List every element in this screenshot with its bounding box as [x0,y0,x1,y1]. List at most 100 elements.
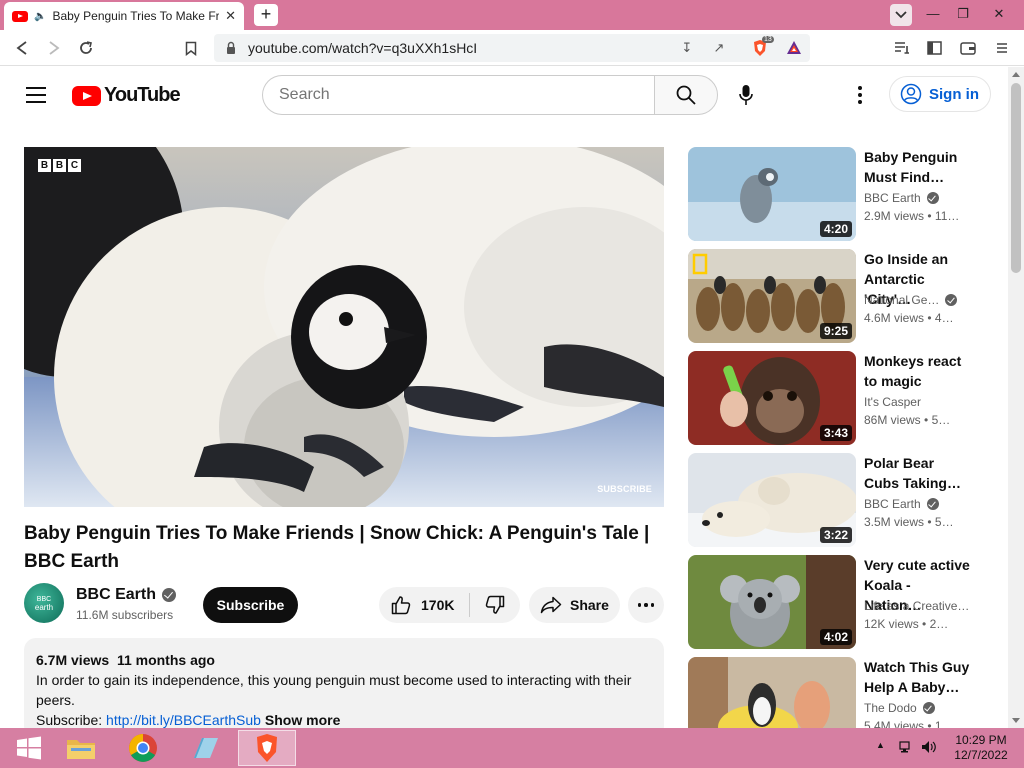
voice-search-button[interactable] [734,83,758,107]
recommendation-title[interactable]: Baby Penguin Must Find… [864,147,972,187]
sign-in-label: Sign in [929,85,979,103]
channel-name[interactable]: BBC Earth [76,586,177,604]
recommendation-item[interactable]: 9:25 Go Inside an Antarctic 'City'… Nati… [688,249,988,343]
recommendation-thumbnail[interactable]: 3:43 [688,351,856,445]
new-tab-button[interactable]: + [254,4,278,26]
recommendation-title[interactable]: Monkeys react to magic [864,351,972,391]
recommendation-meta: 3.5M views • 5… [864,515,954,529]
search-button[interactable] [654,75,718,115]
taskbar-chrome[interactable] [114,730,172,766]
start-button[interactable] [0,730,58,766]
recommendation-thumbnail[interactable]: 4:02 [688,555,856,649]
tray-overflow-icon[interactable]: ▲ [876,740,885,750]
recommendation-item[interactable]: 3:22 Polar Bear Cubs Taking… BBC Earth 3… [688,453,988,547]
tab-close-icon[interactable]: ✕ [225,8,236,24]
bbc-earth-logo-icon: BBCearth [35,596,53,612]
share-page-icon[interactable]: ↗ [710,40,728,58]
taskbar-brave[interactable] [238,730,296,766]
thumbs-up-icon [391,596,411,615]
back-button[interactable] [12,38,32,58]
recommendation-item[interactable]: 4:20 Baby Penguin Must Find… BBC Earth 2… [688,147,988,241]
taskbar-clock[interactable]: 10:29 PM 12/7/2022 [944,733,1018,763]
notepad-icon [194,738,218,758]
recommendation-meta: 86M views • 5… [864,413,950,427]
install-app-icon[interactable]: ↧ [678,40,696,58]
page-scrollbar[interactable] [1008,67,1024,728]
browser-tab-active[interactable]: 🔈 Baby Penguin Tries To Make Friends | S… [4,2,244,30]
video-frame-image [24,147,664,507]
channel-name-text[interactable]: BBC Earth [76,586,156,604]
recommendation-thumbnail[interactable]: 3:22 [688,453,856,547]
forward-button[interactable] [44,38,64,58]
subscribe-watermark[interactable]: SUBSCRIBE [597,484,652,494]
channel-avatar[interactable]: BBC earth [24,583,64,623]
thumbs-down-icon [485,595,505,614]
bbc-watermark-logo: B B C [38,159,81,172]
shield-count-badge: 13 [762,36,774,43]
network-icon[interactable] [898,739,914,755]
clock-date: 12/7/2022 [954,748,1008,762]
subscribe-prefix: Subscribe: [36,712,107,728]
minimize-button[interactable]: — [918,3,948,25]
video-player[interactable]: B B C SUBSCRIBE [24,147,664,507]
like-button[interactable]: 170K [379,587,469,623]
bbc-letter-2: B [53,159,66,172]
browser-menu-button[interactable] [992,38,1012,58]
like-count: 170K [421,597,455,613]
url-text[interactable]: youtube.com/watch?v=q3uXXh1sHcI [248,40,477,56]
settings-kebab-icon[interactable] [850,83,870,107]
brave-rewards-icon[interactable] [786,40,802,56]
verified-check-icon [162,588,177,602]
description-box[interactable]: 6.7M views 11 months ago In order to gai… [24,638,664,738]
volume-icon[interactable] [920,739,938,755]
subscribe-button[interactable]: Subscribe [203,587,298,623]
taskbar-file-explorer[interactable] [52,730,110,766]
audio-playing-icon[interactable]: 🔈 [34,11,46,22]
taskbar-notepad[interactable] [176,730,234,766]
tab-search-button[interactable] [890,4,912,26]
guide-menu-icon[interactable] [26,87,46,103]
recommendation-channel: The Dodo [864,701,935,715]
recommendation-title[interactable]: Watch This Guy Help A Baby… [864,657,972,697]
tab-title: Baby Penguin Tries To Make Friends | Sno… [52,9,220,23]
share-button[interactable]: Share [529,587,620,623]
youtube-favicon-icon [12,10,28,22]
recommendation-age: • 11… [927,209,960,223]
recommendation-item[interactable]: 4:02 Very cute active Koala - Nation… Li… [688,555,988,649]
svg-text:earth: earth [35,603,53,612]
dislike-button[interactable] [470,587,520,623]
bookmark-button[interactable] [181,38,201,58]
show-more-button[interactable]: Show more [265,712,340,728]
recommendation-meta: 12K views • 2… [864,617,948,631]
subscribe-link[interactable]: http://bit.ly/BBCEarthSub [106,712,261,728]
wallet-button[interactable] [958,38,978,58]
address-bar[interactable]: youtube.com/watch?v=q3uXXh1sHcI ↧ ↗ 13 [214,34,810,62]
sidebar-button[interactable] [924,38,944,58]
recommendation-thumbnail[interactable]: 9:25 [688,249,856,343]
recommendation-views: 2.9M views [864,209,925,223]
search-input[interactable] [262,75,655,115]
recommendation-views: 86M views [864,413,921,427]
back-arrow-icon [16,41,27,55]
restore-button[interactable]: ❐ [948,3,978,25]
scroll-down-arrow-icon[interactable] [1012,718,1020,723]
recommendation-channel-name: It's Casper [864,395,921,409]
recommendation-title[interactable]: Polar Bear Cubs Taking… [864,453,972,493]
window-close-button[interactable]: ✕ [984,3,1014,25]
scroll-up-arrow-icon[interactable] [1012,72,1020,77]
reading-list-button[interactable] [892,38,912,58]
recommendation-thumbnail[interactable]: 4:20 [688,147,856,241]
recommendation-item[interactable]: 3:43 Monkeys react to magic It's Casper … [688,351,988,445]
duration-badge: 3:43 [819,425,852,441]
reload-button[interactable] [76,38,96,58]
folder-icon [67,740,95,759]
scrollbar-thumb[interactable] [1011,83,1021,273]
recommendation-meta: 4.6M views • 4… [864,311,954,325]
sign-in-button[interactable]: Sign in [889,76,991,112]
more-actions-button[interactable] [628,587,664,623]
clock-time: 10:29 PM [955,733,1007,747]
recommendation-age: • 5… [924,413,951,427]
playlist-icon [895,42,909,54]
youtube-logo[interactable]: YouTube [72,84,181,107]
duration-badge: 3:22 [819,527,852,543]
